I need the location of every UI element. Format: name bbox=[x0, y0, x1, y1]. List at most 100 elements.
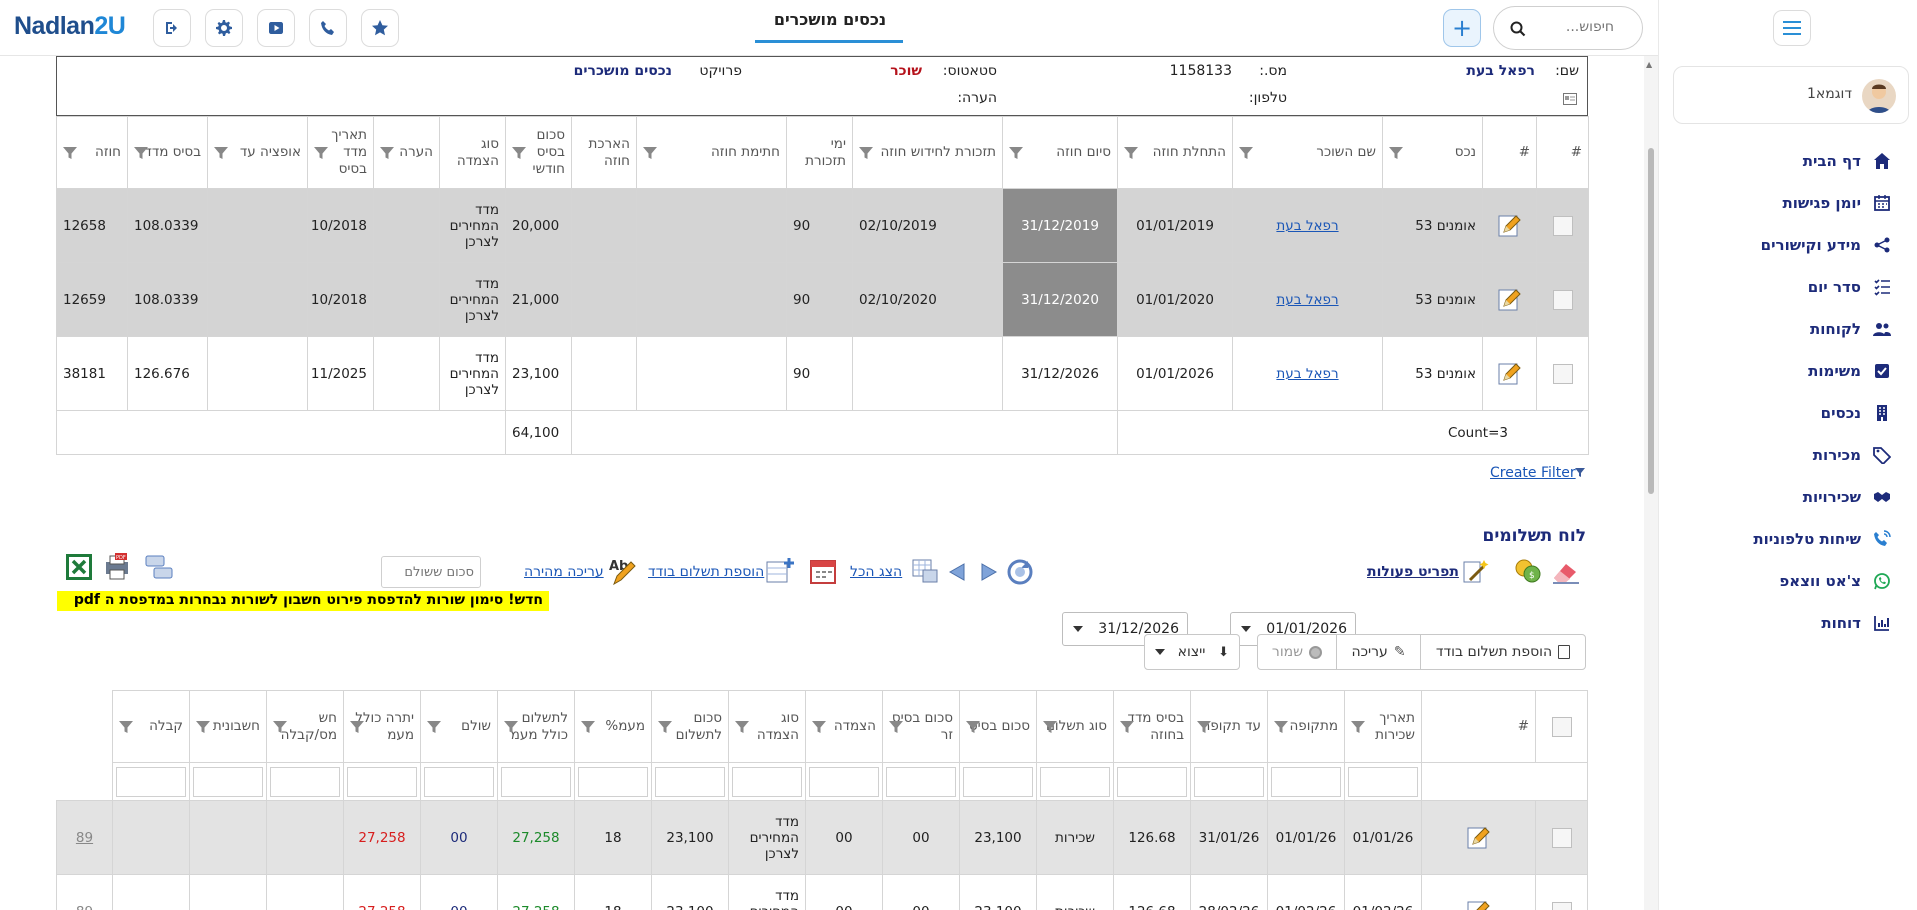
table-view-icon[interactable] bbox=[910, 556, 940, 586]
col-header[interactable]: סוג הצמדה bbox=[728, 690, 806, 763]
edit-icon[interactable] bbox=[1465, 898, 1493, 910]
col-header[interactable]: חשבונית bbox=[189, 690, 267, 763]
filter-input[interactable] bbox=[1194, 766, 1264, 797]
edit-button[interactable]: ✎ עריכה bbox=[1336, 634, 1421, 670]
col-header[interactable]: סכום בסיס זר bbox=[882, 690, 960, 763]
search-input[interactable] bbox=[1536, 18, 1616, 36]
col-header[interactable]: נכס bbox=[1382, 116, 1483, 189]
row-checkbox[interactable] bbox=[1551, 827, 1572, 848]
sidebar-item-home[interactable]: דף הבית bbox=[1691, 146, 1891, 176]
pdf-print-icon[interactable]: PDF bbox=[102, 552, 132, 582]
next-arrow-icon[interactable] bbox=[980, 562, 998, 582]
col-header[interactable]: עד תקופה bbox=[1190, 690, 1268, 763]
filter-input[interactable] bbox=[193, 766, 263, 797]
sidebar-item-reports[interactable]: דוחות bbox=[1691, 608, 1891, 638]
filter-icon[interactable] bbox=[195, 719, 211, 735]
tenant-link[interactable]: רפאל בעת bbox=[1276, 292, 1338, 308]
table-row[interactable]: אומנים 53 רפאל בעת 01/01/2020 31/12/2020… bbox=[56, 262, 1589, 337]
filter-input[interactable] bbox=[1271, 766, 1341, 797]
filter-icon[interactable] bbox=[511, 145, 527, 161]
tenant-link[interactable]: רפאל בעת bbox=[1276, 366, 1338, 382]
filter-icon[interactable] bbox=[1123, 145, 1139, 161]
copy-layers-icon[interactable] bbox=[144, 552, 174, 582]
col-header[interactable]: אופציה עד bbox=[207, 116, 308, 189]
sidebar-item-rentals[interactable]: שכירויות bbox=[1691, 482, 1891, 512]
col-header[interactable]: תאריך מדד בסיס bbox=[307, 116, 374, 189]
logout-button[interactable] bbox=[153, 9, 191, 47]
col-header[interactable]: תאריך שכירות bbox=[1344, 690, 1422, 763]
filter-icon[interactable] bbox=[1042, 719, 1058, 735]
edit-icon[interactable] bbox=[1496, 286, 1524, 314]
col-header[interactable]: סוג הצמדה bbox=[439, 116, 506, 189]
filter-icon[interactable] bbox=[1350, 719, 1366, 735]
filter-icon[interactable] bbox=[503, 719, 519, 735]
export-dropdown[interactable]: ⬇ ייצוא bbox=[1144, 634, 1240, 670]
filter-icon[interactable] bbox=[965, 719, 981, 735]
filter-icon[interactable] bbox=[1388, 145, 1404, 161]
filter-icon[interactable] bbox=[118, 719, 134, 735]
page-title[interactable]: נכסים מושכרים bbox=[755, 10, 905, 29]
refresh-icon[interactable] bbox=[1004, 557, 1036, 587]
col-header[interactable]: # bbox=[1536, 116, 1589, 189]
sidebar-item-info-links[interactable]: מידע וקישורים bbox=[1691, 230, 1891, 260]
sidebar-item-customers[interactable]: לקוחות bbox=[1691, 314, 1891, 344]
coins-icon[interactable]: $ bbox=[1512, 556, 1546, 586]
col-header[interactable]: מתקופה bbox=[1267, 690, 1345, 763]
filter-icon[interactable] bbox=[133, 145, 149, 161]
col-header[interactable]: קבלה bbox=[112, 690, 190, 763]
add-button[interactable]: + bbox=[1443, 9, 1481, 47]
sidebar-item-whatsapp[interactable]: צ'אט ווצאפ bbox=[1691, 566, 1891, 596]
scroll-up-arrow[interactable]: ▲ bbox=[1646, 60, 1652, 69]
col-header[interactable]: ימי תזכורת bbox=[786, 116, 853, 189]
col-header[interactable]: שם השוכר bbox=[1232, 116, 1383, 189]
filter-input[interactable] bbox=[347, 766, 417, 797]
sidebar-item-agenda[interactable]: סדר יום bbox=[1691, 272, 1891, 302]
tenant-link[interactable]: רפאל בעת bbox=[1276, 218, 1338, 234]
col-header[interactable]: חוזה bbox=[56, 116, 128, 189]
eraser-icon[interactable] bbox=[1550, 556, 1584, 586]
add-single-payment-button[interactable]: הוספת תשלום בודד bbox=[1420, 634, 1586, 670]
favorites-button[interactable] bbox=[361, 9, 399, 47]
col-header[interactable]: # bbox=[1482, 116, 1537, 189]
menu-toggle-button[interactable] bbox=[1773, 10, 1811, 46]
filter-icon[interactable] bbox=[734, 719, 750, 735]
payment-message-link[interactable]: 89 bbox=[76, 904, 93, 910]
row-checkbox[interactable] bbox=[1552, 289, 1573, 310]
table-row[interactable]: אומנים 53 רפאל בעת 01/01/2026 31/12/2026… bbox=[56, 336, 1589, 411]
filter-input[interactable] bbox=[1348, 766, 1418, 797]
filter-icon[interactable] bbox=[272, 719, 288, 735]
row-checkbox[interactable] bbox=[1552, 215, 1573, 236]
table-row[interactable]: 01/01/26 01/01/26 31/01/26 126.68 שכירות… bbox=[56, 800, 1588, 875]
col-header[interactable]: הערה bbox=[373, 116, 440, 189]
calendar-icon[interactable] bbox=[808, 556, 838, 586]
filter-icon[interactable] bbox=[657, 719, 673, 735]
table-row[interactable]: 01/02/26 01/02/26 28/02/26 126.68 שכירות… bbox=[56, 874, 1588, 910]
filter-input[interactable] bbox=[116, 766, 186, 797]
sidebar-item-properties[interactable]: נכסים bbox=[1691, 398, 1891, 428]
col-header[interactable]: סכום בסיס חודשי bbox=[505, 116, 572, 189]
quick-edit-link[interactable]: עריכה מהירה bbox=[524, 564, 604, 580]
filter-plus-icon[interactable] bbox=[1574, 467, 1586, 479]
filter-input[interactable] bbox=[809, 766, 879, 797]
filter-input[interactable] bbox=[578, 766, 648, 797]
add-row-icon[interactable] bbox=[764, 556, 796, 586]
sidebar-item-tasks[interactable]: משימות bbox=[1691, 356, 1891, 386]
col-header-checkbox[interactable] bbox=[1535, 690, 1588, 763]
filter-icon[interactable] bbox=[213, 145, 229, 161]
table-row[interactable]: אומנים 53 רפאל בעת 01/01/2019 31/12/2019… bbox=[56, 188, 1589, 263]
col-header[interactable]: סיום חוזה bbox=[1002, 116, 1118, 189]
col-header[interactable]: יתרה כולל מעמ bbox=[343, 690, 421, 763]
filter-icon[interactable] bbox=[1008, 145, 1024, 161]
settings-button[interactable] bbox=[205, 9, 243, 47]
filter-input[interactable] bbox=[732, 766, 802, 797]
sidebar-item-calendar[interactable]: יומן פגישות bbox=[1691, 188, 1891, 218]
edit-icon[interactable] bbox=[1496, 212, 1524, 240]
sidebar-item-sales[interactable]: מכירות bbox=[1691, 440, 1891, 470]
chevron-down-icon[interactable] bbox=[1241, 626, 1251, 632]
row-checkbox[interactable] bbox=[1552, 363, 1573, 384]
excel-icon[interactable] bbox=[64, 552, 94, 582]
filter-icon[interactable] bbox=[858, 145, 874, 161]
app-logo[interactable]: Nadlan2U bbox=[14, 12, 126, 41]
filter-input[interactable] bbox=[501, 766, 571, 797]
filter-icon[interactable] bbox=[1238, 145, 1254, 161]
